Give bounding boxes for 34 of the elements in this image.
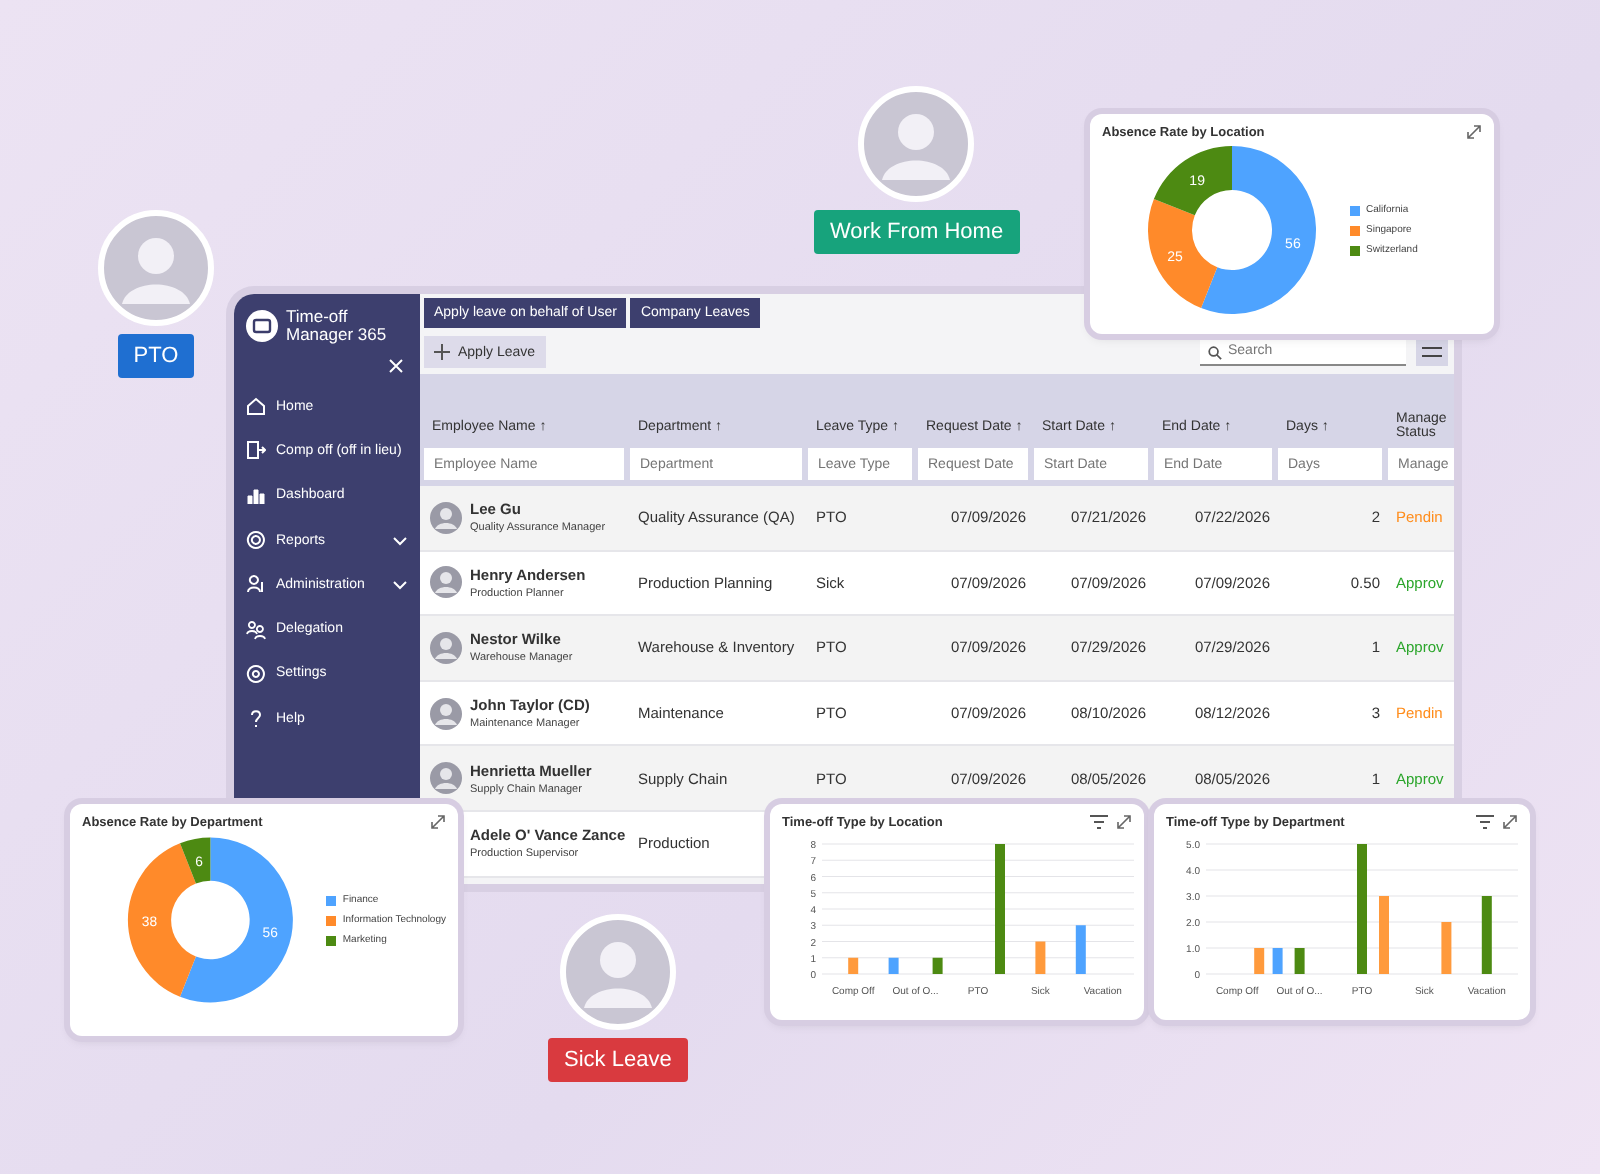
plus-icon: [434, 344, 450, 360]
chevron-down-icon: [392, 579, 408, 590]
leave-type-label: PTO: [117, 334, 195, 378]
nav-icon: [246, 708, 266, 729]
nav-icon: [246, 574, 266, 595]
nav-icon: [246, 663, 266, 684]
nav-icon: [246, 440, 266, 461]
leave-type-label: Sick Leave: [548, 1038, 688, 1082]
nav-icon: [246, 396, 266, 417]
close-icon[interactable]: [388, 358, 404, 374]
person-silhouette-icon: [98, 210, 214, 326]
menu-icon: [1422, 346, 1442, 358]
filter-icon[interactable]: [1090, 814, 1108, 830]
nav-icon: [246, 485, 266, 506]
avatar-icon: [430, 501, 462, 534]
app-title: Time-off Manager 365: [286, 308, 389, 344]
chevron-down-icon: [392, 535, 408, 546]
filter-icon[interactable]: [1476, 814, 1494, 830]
avatar-icon: [430, 566, 462, 599]
expand-icon[interactable]: [430, 814, 446, 830]
person-silhouette-icon: [858, 86, 975, 202]
expand-icon[interactable]: [1116, 814, 1132, 830]
nav-icon: [246, 619, 266, 640]
avatar-icon: [430, 697, 462, 730]
avatar-icon: [430, 631, 462, 664]
logo-icon: [246, 310, 278, 342]
menu-button[interactable]: [1416, 338, 1448, 366]
search-icon: [1208, 345, 1222, 359]
expand-icon[interactable]: [1502, 814, 1518, 830]
expand-icon[interactable]: [1466, 124, 1482, 140]
avatar-icon: [430, 762, 462, 795]
leave-type-label: Work From Home: [814, 210, 1020, 254]
person-silhouette-icon: [559, 914, 676, 1030]
nav-icon: [246, 530, 266, 551]
